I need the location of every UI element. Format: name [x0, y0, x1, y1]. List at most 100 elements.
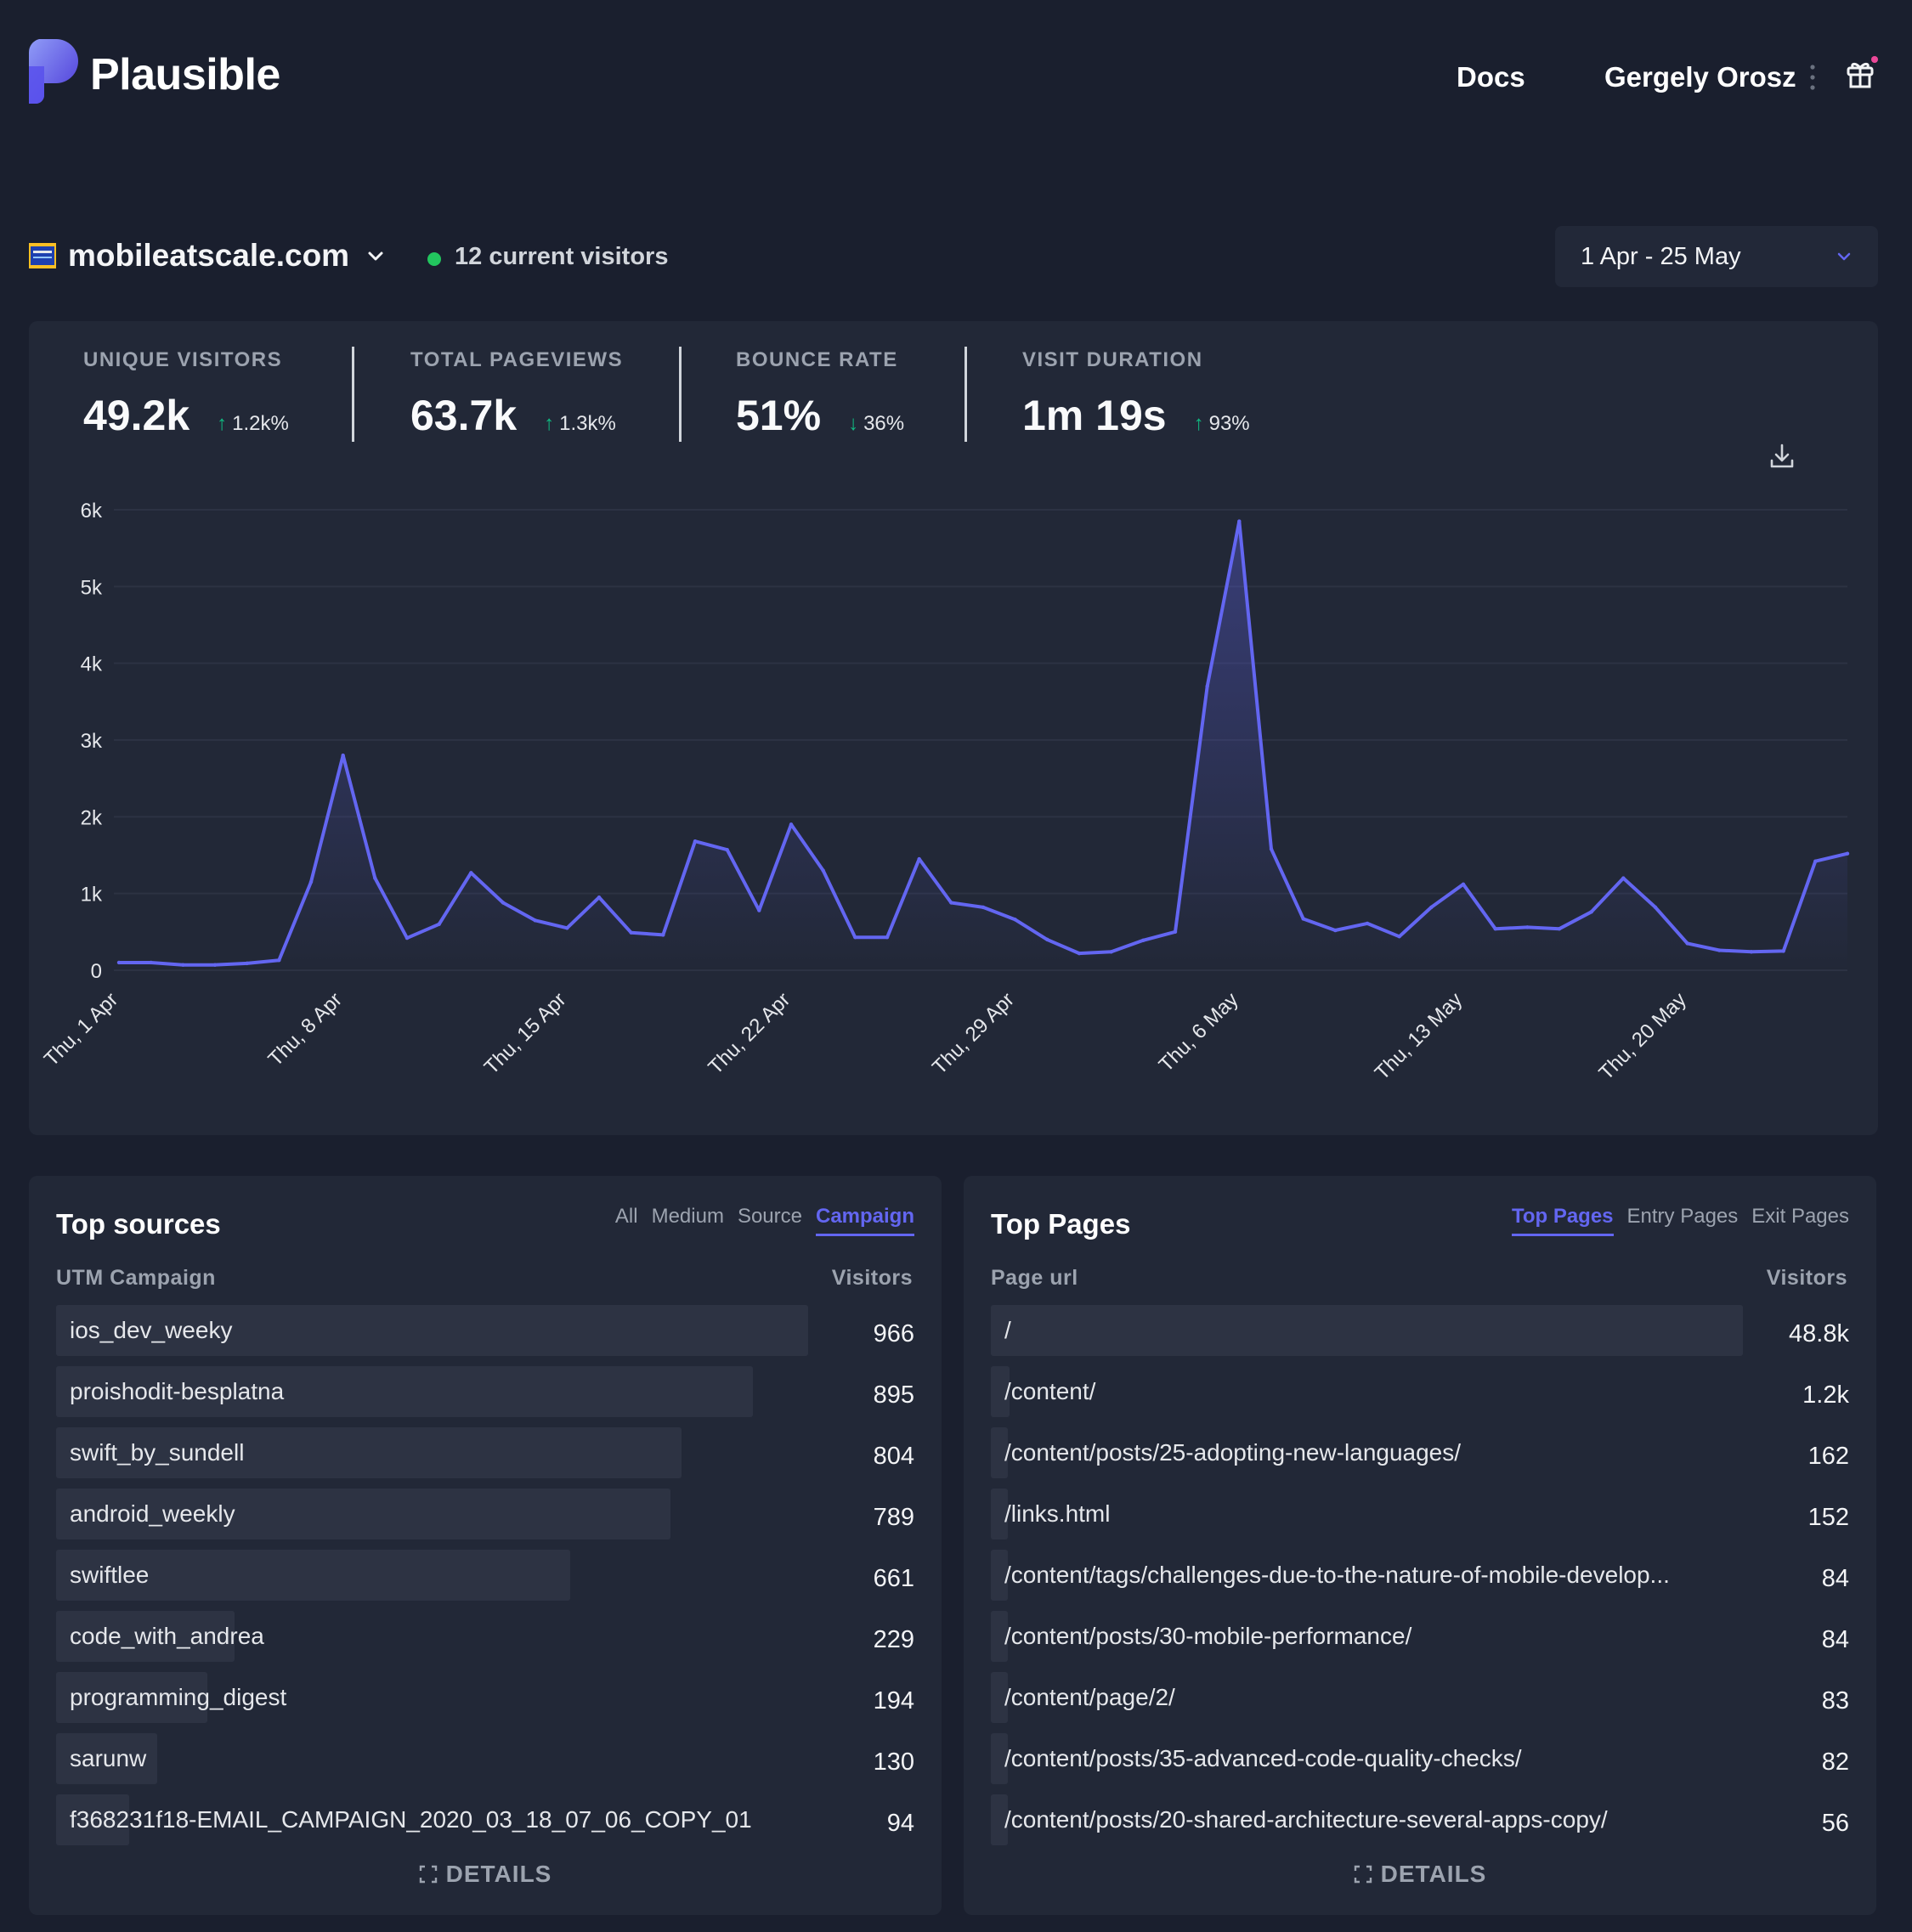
row-label: android_weekly: [70, 1500, 235, 1527]
row-label: swiftlee: [70, 1562, 150, 1588]
data-point: [1173, 929, 1178, 935]
list-item[interactable]: /content/posts/20-shared-architecture-se…: [991, 1794, 1849, 1845]
row-value: 1.2k: [1802, 1381, 1849, 1409]
list-item[interactable]: proishodit-besplatna 895: [56, 1366, 914, 1417]
date-range-label: 1 Apr - 25 May: [1581, 243, 1741, 270]
panel-title: Top Pages: [991, 1208, 1131, 1240]
row-value: 84: [1821, 1565, 1849, 1592]
data-point: [1205, 684, 1209, 688]
list-item[interactable]: android_weekly 789: [56, 1489, 914, 1539]
data-point: [116, 960, 122, 965]
row-label: /content/posts/30-mobile-performance/: [1004, 1623, 1412, 1649]
list-item[interactable]: programming_digest 194: [56, 1672, 914, 1723]
top-sources-tabs: All Medium Source Campaign: [615, 1205, 914, 1236]
data-point: [1749, 950, 1754, 954]
row-label: proishodit-besplatna: [70, 1378, 285, 1404]
data-point: [1621, 876, 1626, 880]
gift-icon[interactable]: [1844, 56, 1878, 90]
data-point: [949, 901, 953, 905]
data-point: [1813, 859, 1818, 863]
user-menu[interactable]: Gergely Orosz: [1604, 61, 1796, 93]
row-value: 83: [1821, 1687, 1849, 1715]
column-header-visitors: Visitors: [1766, 1266, 1847, 1290]
row-label: f368231f18-EMAIL_CAMPAIGN_2020_03_18_07_…: [70, 1806, 752, 1833]
y-tick-label: 1k: [81, 884, 103, 907]
tab-campaign[interactable]: Campaign: [815, 1205, 914, 1236]
list-item[interactable]: f368231f18-EMAIL_CAMPAIGN_2020_03_18_07_…: [56, 1794, 914, 1845]
site-name[interactable]: mobileatscale.com: [68, 238, 349, 274]
row-bar: [991, 1305, 1743, 1356]
x-tick-label: Thu, 29 Apr: [928, 988, 1019, 1079]
tab-medium[interactable]: Medium: [652, 1205, 724, 1236]
current-visitors[interactable]: 12 current visitors: [455, 243, 668, 271]
data-point: [661, 933, 665, 937]
data-point: [597, 895, 602, 900]
row-value: 82: [1821, 1748, 1849, 1776]
data-point: [1461, 882, 1466, 887]
data-point: [181, 963, 185, 967]
row-value: 84: [1821, 1626, 1849, 1653]
list-item[interactable]: /links.html 152: [991, 1489, 1849, 1539]
more-vertical-icon[interactable]: [1808, 63, 1817, 92]
download-icon[interactable]: [1768, 442, 1796, 471]
row-label: code_with_andrea: [70, 1623, 264, 1649]
list-item[interactable]: / 48.8k: [991, 1305, 1849, 1356]
row-label: sarunw: [70, 1745, 147, 1771]
list-item[interactable]: sarunw 130: [56, 1733, 914, 1784]
data-point: [725, 847, 729, 852]
list-item[interactable]: /content/tags/challenges-due-to-the-natu…: [991, 1550, 1849, 1601]
x-tick-label: Thu, 20 May: [1594, 988, 1690, 1084]
x-tick-label: Thu, 8 Apr: [264, 988, 347, 1071]
tab-top-pages[interactable]: Top Pages: [1511, 1205, 1614, 1236]
row-label: swift_by_sundell: [70, 1439, 245, 1466]
data-point: [1685, 941, 1689, 946]
data-point: [1429, 905, 1434, 910]
data-point: [789, 822, 794, 827]
list-item[interactable]: /content/page/2/83: [991, 1672, 1849, 1723]
list-item[interactable]: ios_dev_weeky 966: [56, 1305, 914, 1356]
data-point: [1493, 927, 1497, 931]
tab-all[interactable]: All: [615, 1205, 638, 1236]
tab-source[interactable]: Source: [738, 1205, 802, 1236]
data-point: [1525, 925, 1530, 929]
row-value: 194: [873, 1687, 914, 1715]
expand-icon: [1354, 1865, 1372, 1884]
list-item[interactable]: /content/posts/35-advanced-code-quality-…: [991, 1733, 1849, 1784]
data-point: [308, 879, 314, 884]
details-button[interactable]: DETAILS: [29, 1861, 942, 1888]
data-point: [373, 876, 377, 880]
data-point: [1045, 937, 1049, 942]
row-label: ios_dev_weeky: [70, 1317, 233, 1343]
panel-title: Top sources: [56, 1208, 221, 1240]
row-value: 804: [873, 1443, 914, 1470]
column-header-page-url: Page url: [991, 1266, 1078, 1290]
list-item[interactable]: swiftlee 661: [56, 1550, 914, 1601]
row-value: 229: [873, 1626, 914, 1653]
row-label: /links.html: [1004, 1500, 1111, 1527]
data-point: [1397, 935, 1401, 939]
date-range-picker[interactable]: 1 Apr - 25 May: [1555, 226, 1878, 287]
row-value: 789: [873, 1504, 914, 1531]
tab-entry-pages[interactable]: Entry Pages: [1627, 1205, 1739, 1236]
row-value: 130: [873, 1748, 914, 1776]
row-label: /: [1004, 1317, 1011, 1343]
list-item[interactable]: code_with_andrea 229: [56, 1611, 914, 1662]
data-point: [821, 868, 825, 873]
row-label: /content/page/2/: [1004, 1684, 1175, 1710]
details-button[interactable]: DETAILS: [964, 1861, 1876, 1888]
chevron-down-icon[interactable]: [365, 246, 386, 267]
visitors-chart[interactable]: 0 1k 2k 3k 4k 5k 6k Thu, 1 Apr Thu, 8 Apr Thu, 15…: [29, 321, 1878, 1135]
data-point: [1589, 910, 1593, 914]
list-item[interactable]: /content/1.2k: [991, 1366, 1849, 1417]
top-pages-panel: Top Pages Top Pages Entry Pages Exit Pag…: [964, 1176, 1876, 1915]
list-item[interactable]: /content/posts/30-mobile-performance/84: [991, 1611, 1849, 1662]
row-value: 56: [1821, 1810, 1849, 1837]
plausible-logo-icon[interactable]: [27, 36, 80, 104]
docs-link[interactable]: Docs: [1457, 61, 1525, 93]
list-item[interactable]: swift_by_sundell 804: [56, 1427, 914, 1478]
list-item[interactable]: /content/posts/25-adopting-new-languages…: [991, 1427, 1849, 1478]
tab-exit-pages[interactable]: Exit Pages: [1751, 1205, 1849, 1236]
brand-name[interactable]: Plausible: [90, 49, 280, 100]
data-point: [1365, 921, 1370, 926]
data-point: [1717, 948, 1722, 952]
